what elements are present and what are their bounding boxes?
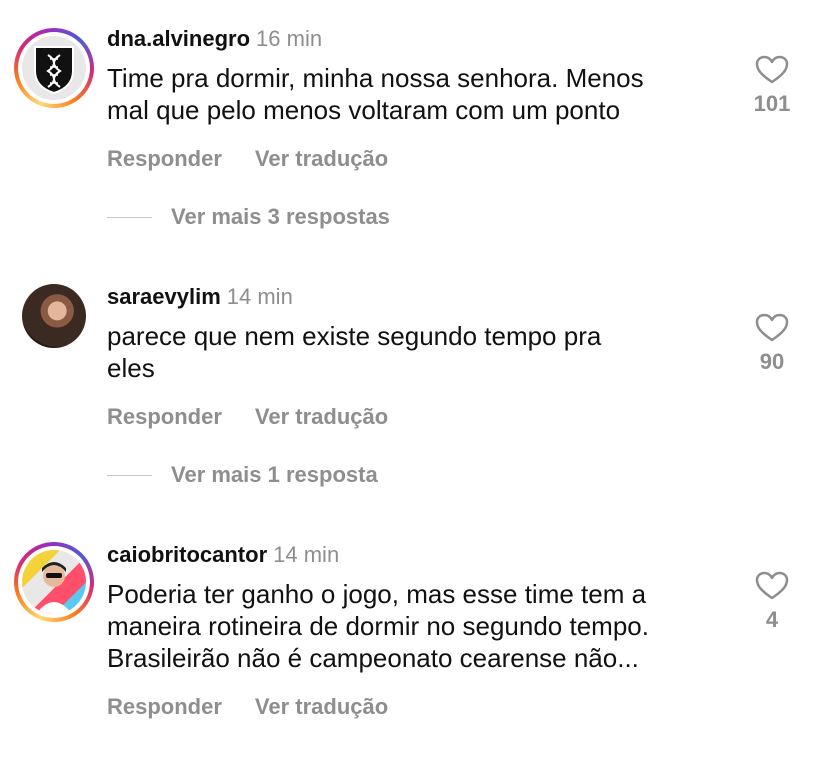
timestamp: 14 min — [273, 542, 340, 567]
timestamp: 16 min — [256, 26, 323, 51]
heart-icon[interactable] — [755, 571, 789, 601]
divider — [107, 474, 152, 476]
avatar[interactable] — [14, 28, 94, 108]
like-count: 4 — [765, 607, 779, 632]
dna-shield-icon — [22, 36, 86, 100]
like-count: 90 — [759, 349, 785, 374]
view-more-replies-label: Ver mais 3 respostas — [171, 204, 390, 229]
username[interactable]: dna.alvinegro — [107, 26, 250, 51]
view-more-replies-label: Ver mais 1 resposta — [171, 462, 378, 487]
comment-header: dna.alvinegro 16 min — [107, 26, 322, 52]
divider — [107, 216, 152, 218]
reply-button[interactable]: Responder — [107, 694, 222, 720]
reply-button[interactable]: Responder — [107, 404, 222, 430]
username[interactable]: caiobritocantor — [107, 542, 267, 567]
comment-actions: Responder Ver tradução — [107, 146, 388, 172]
heart-icon[interactable] — [755, 313, 789, 343]
comment-text: parece que nem existe segundo tempo pra … — [107, 321, 602, 383]
avatar[interactable] — [14, 542, 94, 622]
profile-photo — [22, 284, 86, 348]
like-control: 90 — [745, 313, 799, 375]
comment-actions: Responder Ver tradução — [107, 404, 388, 430]
like-count: 101 — [753, 91, 791, 116]
comment-text: Time pra dormir, minha nossa senhora. Me… — [107, 63, 644, 125]
heart-icon[interactable] — [755, 55, 789, 85]
profile-photo — [22, 550, 86, 614]
like-control: 101 — [745, 55, 799, 117]
reply-button[interactable]: Responder — [107, 146, 222, 172]
view-more-replies-button[interactable]: Ver mais 3 respostas — [107, 204, 390, 230]
avatar[interactable] — [14, 276, 94, 356]
translate-button[interactable]: Ver tradução — [255, 146, 388, 172]
comment-header: saraevylim 14 min — [107, 284, 293, 310]
translate-button[interactable]: Ver tradução — [255, 404, 388, 430]
like-control: 4 — [745, 571, 799, 633]
translate-button[interactable]: Ver tradução — [255, 694, 388, 720]
comment-actions: Responder Ver tradução — [107, 694, 388, 720]
comment-header: caiobritocantor 14 min — [107, 542, 339, 568]
comment-text: Poderia ter ganho o jogo, mas esse time … — [107, 579, 649, 673]
view-more-replies-button[interactable]: Ver mais 1 resposta — [107, 462, 378, 488]
timestamp: 14 min — [226, 284, 293, 309]
username[interactable]: saraevylim — [107, 284, 221, 309]
